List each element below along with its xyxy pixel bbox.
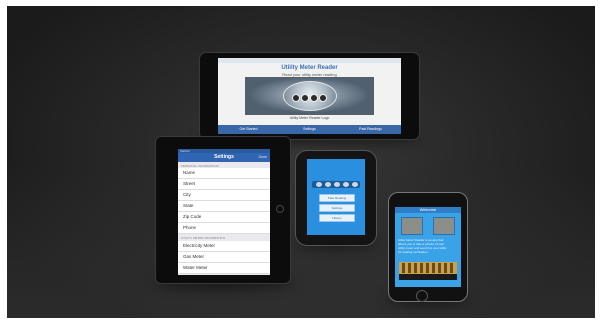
field-label: Name xyxy=(183,170,196,175)
button-label: History xyxy=(332,216,342,220)
meter-icon xyxy=(325,182,331,187)
meter-bar xyxy=(408,263,411,273)
meter-dial xyxy=(301,94,309,102)
tablet-landscape-screen: Utility Meter Reader Read your utility m… xyxy=(218,58,401,134)
meter-bar xyxy=(438,263,441,273)
phone-small-screen: Take Reading Settings History xyxy=(307,159,365,235)
section-header-meters: UTILITY METER INFORMATION xyxy=(181,236,226,240)
meter-bar xyxy=(420,263,423,273)
strip-shadow xyxy=(399,274,457,280)
history-button[interactable]: History xyxy=(319,214,355,222)
past-readings-button[interactable]: Past Readings xyxy=(348,126,393,133)
meter-photo xyxy=(245,77,374,115)
field-water-meter[interactable]: Water Meter xyxy=(178,263,270,274)
iphone: Welcome Utility Meter Reader is an app t… xyxy=(388,192,468,302)
meter-bar xyxy=(414,263,417,273)
product-photo: Utility Meter Reader Read your utility m… xyxy=(7,6,595,318)
field-label: Electricity Meter xyxy=(183,243,216,248)
nav-bar: Settings Done xyxy=(178,153,270,162)
field-label: Gas Meter xyxy=(183,254,205,259)
field-label: Water Meter xyxy=(183,265,208,270)
browser-bar xyxy=(218,58,401,63)
field-label: State xyxy=(183,203,194,208)
button-label: Take Reading xyxy=(327,196,347,200)
meter-glass xyxy=(283,81,337,111)
home-button xyxy=(416,290,428,302)
meter-bar xyxy=(432,263,435,273)
bottom-toolbar: Get Started Settings Past Readings xyxy=(218,125,401,134)
meter-caption: Utility Meter Reader Logo xyxy=(289,116,330,120)
tablet-portrait: Verizon Settings Done PERSONAL INFORMATI… xyxy=(155,136,291,284)
field-gas-meter[interactable]: Gas Meter xyxy=(178,252,270,263)
settings-screen: Verizon Settings Done PERSONAL INFORMATI… xyxy=(178,149,270,275)
meter-bar xyxy=(444,263,447,273)
welcome-screen: Welcome Utility Meter Reader is an app t… xyxy=(395,207,461,287)
app-title: Utility Meter Reader xyxy=(281,65,338,71)
meter-icon-banner xyxy=(312,181,360,188)
done-button[interactable]: Done xyxy=(259,155,267,159)
field-label: Phone xyxy=(183,225,197,230)
field-name[interactable]: Name xyxy=(178,168,270,179)
house-photo xyxy=(401,217,423,235)
meter-icon xyxy=(352,182,358,187)
meter-bar xyxy=(426,263,429,273)
settings-button[interactable]: Settings xyxy=(319,204,355,212)
welcome-text-line: for reading verification. xyxy=(398,250,429,254)
field-city[interactable]: City xyxy=(178,190,270,201)
phone-small: Take Reading Settings History xyxy=(295,150,377,246)
meter-dial xyxy=(292,94,300,102)
meters-strip xyxy=(399,262,457,274)
tablet-landscape: Utility Meter Reader Read your utility m… xyxy=(199,52,420,140)
meter-icon xyxy=(343,182,349,187)
header-title: Welcome xyxy=(419,207,437,212)
meter-icon xyxy=(316,182,322,187)
settings-button[interactable]: Settings xyxy=(287,126,332,133)
meter-photo xyxy=(433,217,455,235)
field-state[interactable]: State xyxy=(178,201,270,212)
button-label: Settings xyxy=(331,206,343,210)
nav-title: Settings xyxy=(214,154,234,160)
field-label: Zip Code xyxy=(183,214,202,219)
meter-bar xyxy=(402,263,405,273)
take-reading-button[interactable]: Take Reading xyxy=(319,194,355,202)
field-electricity-meter[interactable]: Electricity Meter xyxy=(178,241,270,252)
meter-dial xyxy=(310,94,318,102)
header-bar: Welcome xyxy=(395,207,461,213)
meter-icon xyxy=(334,182,340,187)
field-label: Street xyxy=(183,181,196,186)
home-button xyxy=(276,205,284,213)
field-phone[interactable]: Phone xyxy=(178,223,270,234)
field-street[interactable]: Street xyxy=(178,179,270,190)
field-label: City xyxy=(183,192,191,197)
meter-dial xyxy=(319,94,327,102)
meter-bar xyxy=(450,263,453,273)
get-started-button[interactable]: Get Started xyxy=(226,126,271,133)
field-zip-code[interactable]: Zip Code xyxy=(178,212,270,223)
